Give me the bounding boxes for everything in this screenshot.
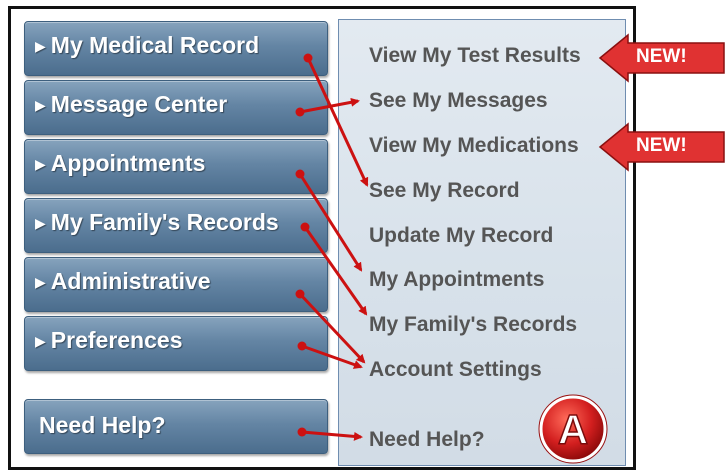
triangle-right-icon: ▶ bbox=[35, 333, 46, 349]
nav-button-need-help[interactable]: Need Help? bbox=[24, 399, 328, 454]
nav-button-appointments[interactable]: ▶ Appointments bbox=[24, 139, 328, 194]
nav-label: Message Center bbox=[50, 91, 228, 117]
triangle-right-icon: ▶ bbox=[35, 215, 46, 231]
new-badge-medications: NEW! bbox=[598, 122, 725, 172]
link-need-help[interactable]: Need Help? bbox=[369, 428, 485, 452]
link-view-my-medications[interactable]: View My Medications bbox=[369, 134, 579, 158]
triangle-right-icon: ▶ bbox=[35, 38, 46, 54]
nav-button-message-center[interactable]: ▶ Message Center bbox=[24, 80, 328, 135]
nav-label: Need Help? bbox=[39, 412, 166, 438]
link-view-my-test-results[interactable]: View My Test Results bbox=[369, 44, 581, 68]
triangle-right-icon: ▶ bbox=[35, 97, 46, 113]
nav-button-my-medical-record[interactable]: ▶ My Medical Record bbox=[24, 21, 328, 76]
link-update-my-record[interactable]: Update My Record bbox=[369, 224, 553, 248]
new-badge-test-results: NEW! bbox=[598, 33, 725, 83]
a-logo-icon: A bbox=[538, 394, 608, 464]
nav-label: My Family's Records bbox=[50, 209, 279, 235]
link-account-settings[interactable]: Account Settings bbox=[369, 358, 542, 382]
nav-button-preferences[interactable]: ▶ Preferences bbox=[24, 316, 328, 371]
triangle-right-icon: ▶ bbox=[35, 274, 46, 290]
nav-label: Appointments bbox=[50, 150, 206, 176]
link-my-familys-records[interactable]: My Family's Records bbox=[369, 313, 577, 337]
nav-label: Preferences bbox=[50, 327, 183, 353]
link-see-my-messages[interactable]: See My Messages bbox=[369, 89, 548, 113]
svg-text:A: A bbox=[558, 406, 588, 453]
nav-button-administrative[interactable]: ▶ Administrative bbox=[24, 257, 328, 312]
nav-button-my-familys-records[interactable]: ▶ My Family's Records bbox=[24, 198, 328, 253]
nav-label: Administrative bbox=[50, 268, 211, 294]
link-my-appointments[interactable]: My Appointments bbox=[369, 268, 544, 292]
triangle-right-icon: ▶ bbox=[35, 156, 46, 172]
nav-label: My Medical Record bbox=[50, 32, 260, 58]
new-badge-label: NEW! bbox=[636, 46, 687, 67]
new-badge-label: NEW! bbox=[636, 135, 687, 156]
link-see-my-record[interactable]: See My Record bbox=[369, 179, 520, 203]
